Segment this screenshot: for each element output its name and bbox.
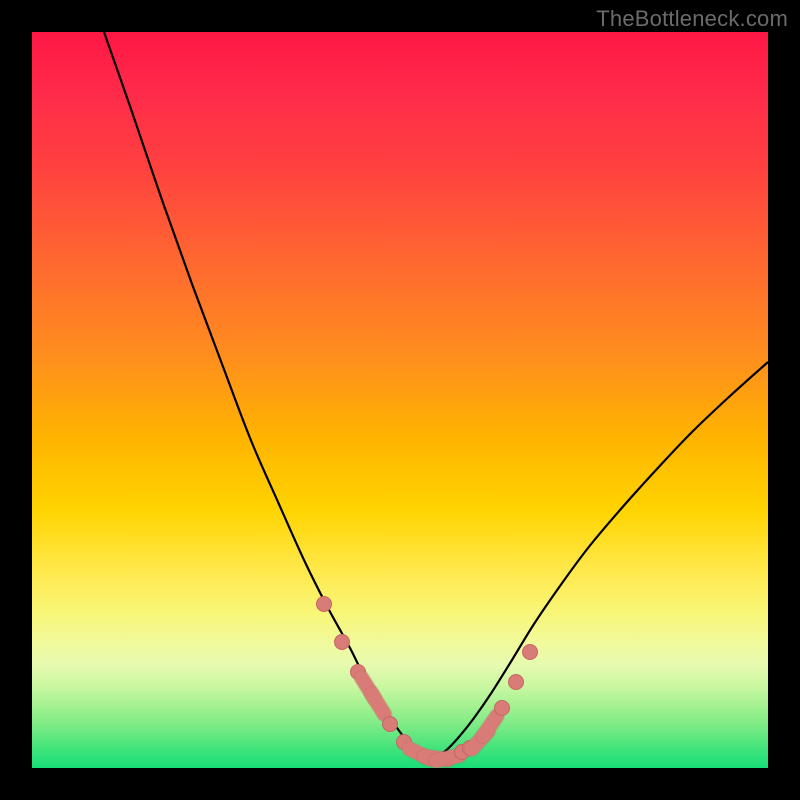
chart-svg <box>32 32 768 768</box>
marker-dot <box>335 635 350 650</box>
marker-dot <box>383 717 398 732</box>
chart-frame: TheBottleneck.com <box>0 0 800 800</box>
watermark-text: TheBottleneck.com <box>596 6 788 32</box>
marker-dot <box>509 675 524 690</box>
marker-dot <box>523 645 538 660</box>
marker-dot <box>317 597 332 612</box>
right-curve <box>430 362 768 758</box>
left-curve <box>104 32 430 758</box>
bottom-markers-group <box>317 597 538 761</box>
plot-area <box>32 32 768 768</box>
marker-dot <box>495 701 510 716</box>
